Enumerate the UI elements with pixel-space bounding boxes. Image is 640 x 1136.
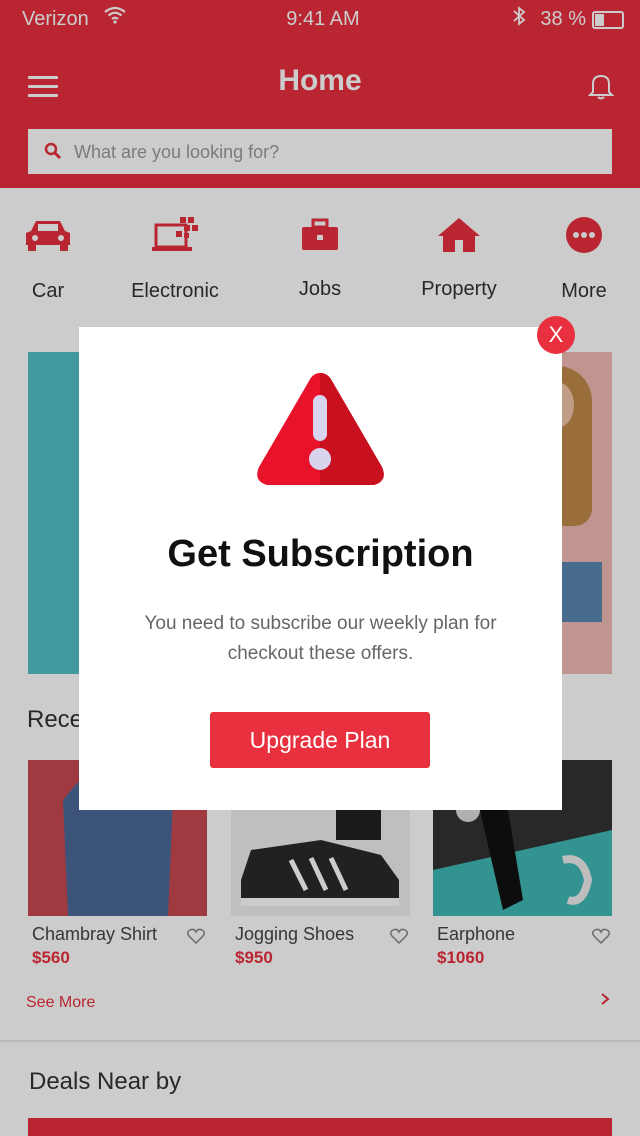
modal-title: Get Subscription [167, 533, 474, 575]
warning-icon [252, 367, 389, 491]
modal-message: You need to subscribe our weekly plan fo… [144, 613, 497, 664]
close-modal-button[interactable]: X [537, 316, 575, 354]
subscription-modal: Get Subscription You need to subscribe o… [79, 327, 562, 810]
upgrade-plan-button[interactable]: Upgrade Plan [210, 712, 430, 768]
